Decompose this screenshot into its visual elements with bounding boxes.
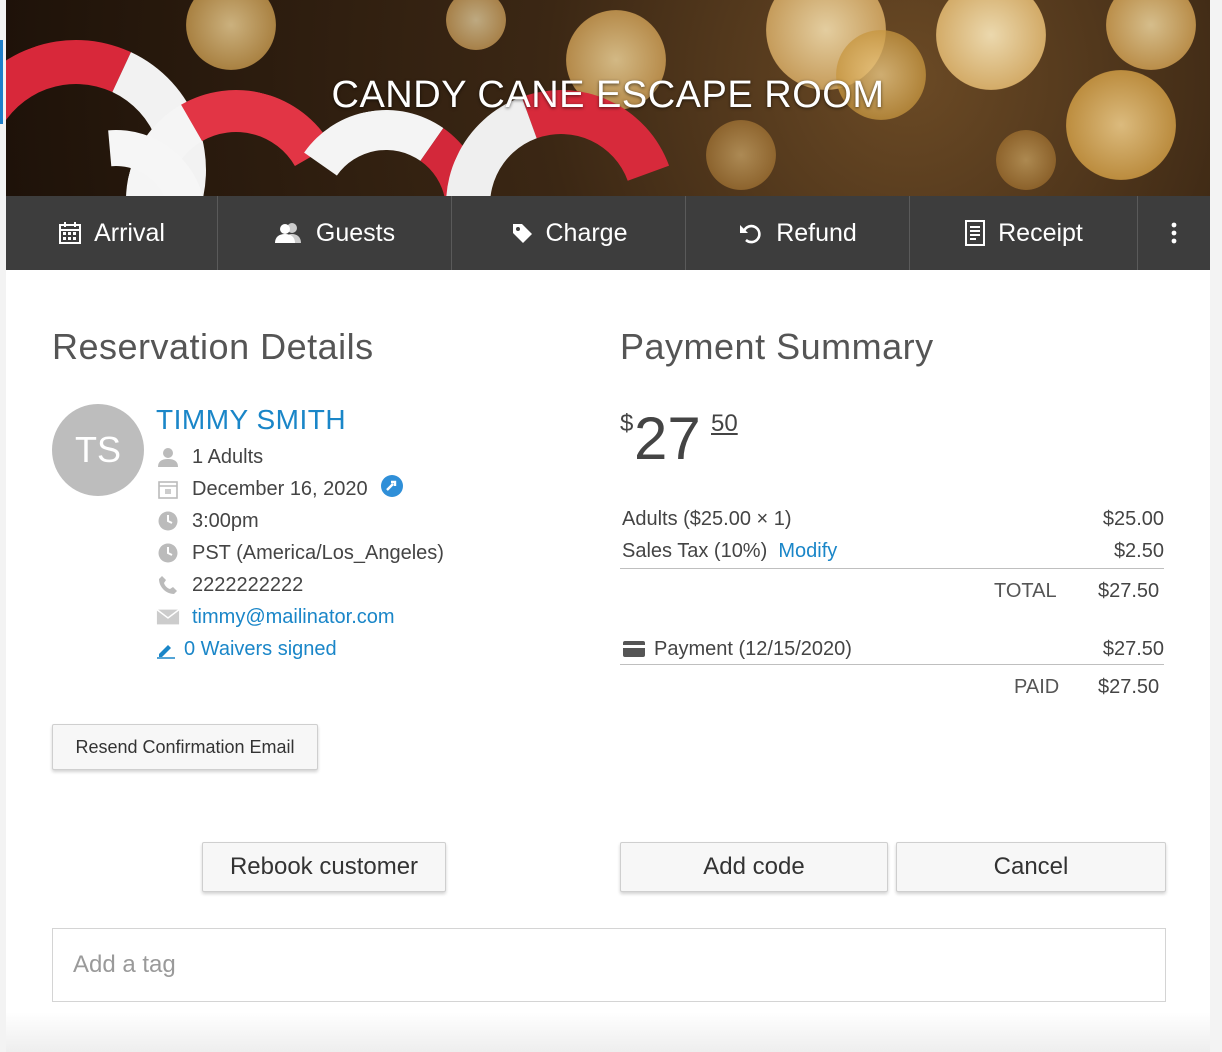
total-value: $27.50	[1098, 580, 1160, 602]
customer-name-link[interactable]: TIMMY SMITH	[156, 404, 346, 436]
vertical-dots-icon	[1171, 222, 1177, 244]
time-row: 3:00pm	[156, 506, 259, 536]
hero-banner: CANDY CANE ESCAPE ROOM	[6, 0, 1210, 196]
currency-symbol: $	[620, 410, 634, 437]
clock-icon	[156, 541, 180, 565]
rebook-customer-button[interactable]: Rebook customer	[202, 842, 446, 892]
guests-label: Guests	[315, 218, 396, 247]
amount-cents: 50	[711, 410, 738, 437]
amount-whole: 27	[634, 405, 701, 472]
action-toolbar: Arrival Guests Charge Refund Receipt	[6, 196, 1210, 270]
credit-card-icon	[623, 641, 645, 657]
pencil-icon	[156, 637, 176, 661]
phone-row: 2222222222	[156, 570, 303, 600]
refund-button[interactable]: Refund	[686, 196, 910, 270]
reservation-modal: CANDY CANE ESCAPE ROOM Arrival Guests Ch…	[6, 0, 1210, 1052]
receipt-label: Receipt	[998, 218, 1083, 247]
reservation-details-heading: Reservation Details	[52, 326, 374, 367]
waivers-row: 0 Waivers signed	[156, 634, 337, 664]
avatar: TS	[52, 404, 144, 496]
receipt-icon	[965, 220, 986, 246]
receipt-button[interactable]: Receipt	[910, 196, 1138, 270]
envelope-icon	[156, 605, 180, 629]
divider	[620, 568, 1164, 569]
undo-icon	[740, 224, 761, 244]
line-item-label: Adults ($25.00 × 1)	[622, 507, 792, 530]
divider	[620, 664, 1164, 665]
calendar-icon	[156, 477, 180, 501]
line-item-tax: Sales Tax (10%) Modify $2.50	[622, 536, 1164, 566]
reservation-date: December 16, 2020	[192, 477, 368, 500]
guest-count-row: 1 Adults	[156, 442, 263, 472]
phone-icon	[156, 573, 180, 597]
hero-title: CANDY CANE ESCAPE ROOM	[331, 74, 885, 116]
arrival-label: Arrival	[94, 218, 165, 247]
guest-count: 1 Adults	[192, 445, 264, 468]
phone-number: 2222222222	[192, 573, 304, 596]
payment-row: Payment (12/15/2020) $27.50	[622, 634, 1164, 664]
reservation-timezone: PST (America/Los_Angeles)	[192, 541, 444, 564]
line-item-adults: Adults ($25.00 × 1) $25.00	[622, 504, 1164, 534]
waivers-link[interactable]: 0 Waivers signed	[184, 638, 337, 661]
charge-label: Charge	[545, 218, 628, 247]
more-options-button[interactable]	[1138, 196, 1210, 270]
clock-icon	[156, 509, 180, 533]
cancel-button[interactable]: Cancel	[896, 842, 1166, 892]
line-item-label: Sales Tax (10%)	[622, 539, 768, 562]
page-background: CANDY CANE ESCAPE ROOM Arrival Guests Ch…	[0, 0, 1222, 1052]
email-row: timmy@mailinator.com	[156, 602, 395, 632]
line-item-value: $25.00	[1102, 507, 1164, 530]
date-row: December 16, 2020	[156, 474, 404, 504]
refund-label: Refund	[776, 218, 857, 247]
paid-value: $27.50	[1098, 676, 1160, 698]
arrival-button[interactable]: Arrival	[6, 196, 218, 270]
guests-button[interactable]: Guests	[218, 196, 452, 270]
total-label: TOTAL	[994, 580, 1057, 602]
left-accent-bar	[0, 40, 3, 124]
calendar-grid-icon	[59, 222, 82, 244]
reschedule-icon[interactable]	[380, 474, 404, 504]
email-link[interactable]: timmy@mailinator.com	[192, 606, 395, 629]
charge-button[interactable]: Charge	[452, 196, 686, 270]
resend-confirmation-button[interactable]: Resend Confirmation Email	[52, 724, 318, 770]
payment-value: $27.50	[1102, 637, 1164, 660]
timezone-row: PST (America/Los_Angeles)	[156, 538, 444, 568]
add-tag-input[interactable]	[52, 928, 1166, 1002]
avatar-initials: TS	[74, 429, 121, 470]
line-item-value: $2.50	[1113, 539, 1164, 562]
paid-label: PAID	[1014, 676, 1060, 698]
add-code-button[interactable]: Add code	[620, 842, 888, 892]
reservation-time: 3:00pm	[192, 509, 259, 532]
user-icon	[156, 445, 180, 469]
tag-icon	[512, 224, 532, 243]
payment-summary-heading: Payment Summary	[620, 326, 934, 367]
modify-tax-link[interactable]: Modify	[778, 540, 837, 562]
bottom-shade	[6, 1012, 1210, 1052]
payment-label: Payment (12/15/2020)	[654, 637, 852, 660]
users-icon	[274, 223, 301, 243]
